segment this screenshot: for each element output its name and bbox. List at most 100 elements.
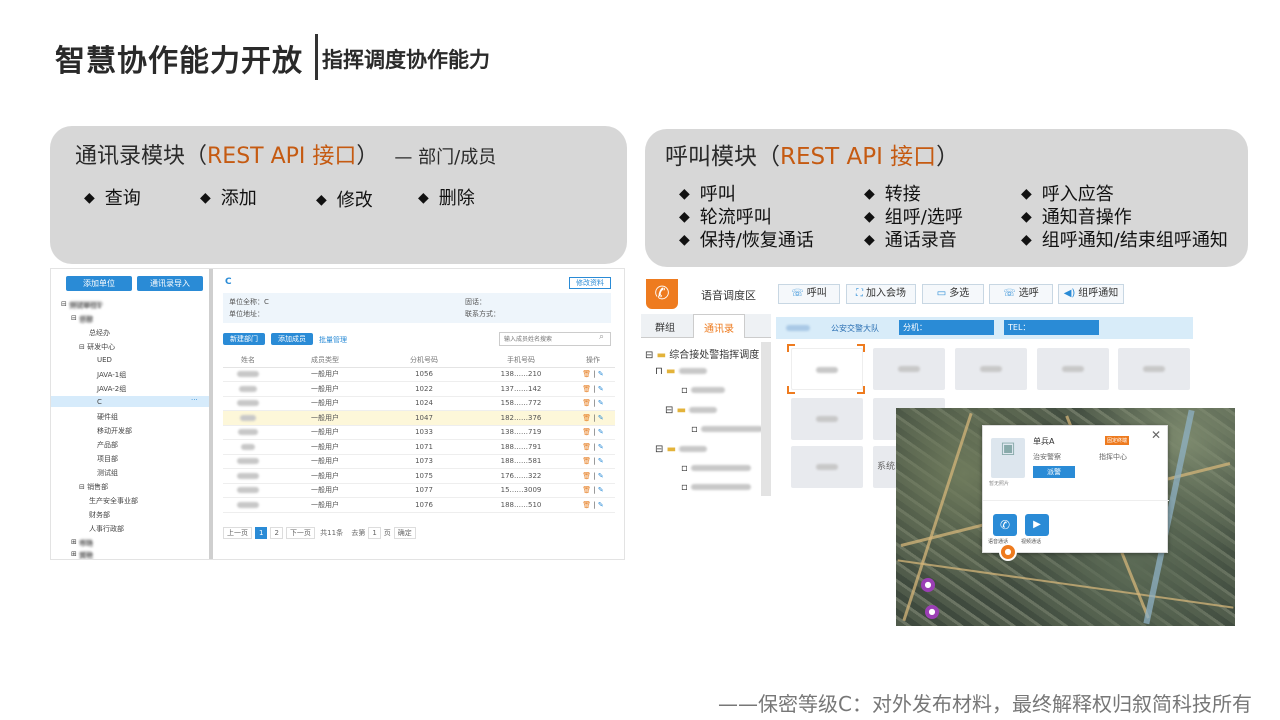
member-tile[interactable]	[873, 348, 945, 390]
tree-item[interactable]: 人事行政部	[89, 524, 124, 534]
edit-icon[interactable]: ✎	[598, 457, 604, 465]
add-unit-button[interactable]: 添加单位	[66, 276, 132, 291]
column-header[interactable]: 手机号码	[471, 353, 571, 368]
tree-item[interactable]: ⊞ 市场	[71, 538, 94, 548]
table-row[interactable]: 一般用户 1024 158……772 🗑 | ✎	[223, 396, 615, 411]
tree-item[interactable]: ⊟ ▬	[655, 444, 708, 455]
edit-icon[interactable]: ✎	[598, 501, 604, 509]
edit-icon[interactable]: ✎	[598, 385, 604, 393]
member-location-pin[interactable]: ●	[925, 605, 939, 619]
batch-manage-link[interactable]: 批量管理	[319, 335, 347, 345]
delete-icon[interactable]: 🗑	[582, 428, 591, 436]
tree-item-selected[interactable]: C	[97, 398, 102, 406]
column-header[interactable]: 成员类型	[273, 353, 377, 368]
edit-icon[interactable]: ✎	[598, 399, 604, 407]
edit-icon[interactable]: ✎	[598, 472, 604, 480]
delete-icon[interactable]: 🗑	[582, 472, 591, 480]
goto-confirm-button[interactable]: 确定	[393, 527, 416, 539]
table-row[interactable]: 一般用户 1076 188……510 🗑 | ✎	[223, 497, 615, 513]
tree-item[interactable]: ⊟ ▬	[665, 405, 718, 416]
page-1-button[interactable]: 1	[255, 527, 268, 539]
edit-info-button[interactable]: 修改资料	[569, 277, 611, 289]
delete-icon[interactable]: 🗑	[582, 414, 591, 422]
tree-item[interactable]: ⊟ 测试单位1	[61, 300, 104, 310]
add-member-button[interactable]: 添加成员	[271, 333, 313, 345]
tree-item[interactable]: ⊟ 总部	[71, 314, 94, 324]
member-tile[interactable]	[955, 348, 1027, 390]
tree-item[interactable]: ⊟ 研发中心	[79, 342, 115, 352]
join-meeting-button[interactable]: ⛶ 加入会场	[846, 284, 916, 304]
delete-icon[interactable]: 🗑	[582, 399, 591, 407]
member-location-pin[interactable]: ●	[921, 578, 935, 592]
tab-contacts[interactable]: 通讯录	[693, 314, 745, 338]
select-call-button[interactable]: ☏ 选呼	[989, 284, 1053, 304]
member-search-input[interactable]	[499, 332, 611, 346]
tree-item[interactable]: JAVA-2组	[97, 384, 126, 394]
edit-icon[interactable]: ✎	[598, 486, 604, 494]
edit-icon[interactable]: ✎	[598, 414, 604, 422]
tree-item[interactable]: ⊓ ▬	[655, 366, 707, 377]
delete-icon[interactable]: 🗑	[582, 501, 591, 509]
table-row-highlighted[interactable]: 一般用户 1047 182……376 🗑 | ✎	[223, 410, 615, 426]
tree-item[interactable]: ▫	[681, 463, 751, 474]
video-call-button[interactable]: ▶	[1025, 514, 1049, 536]
member-tile[interactable]	[1118, 348, 1190, 390]
tree-item[interactable]: 总经办	[89, 328, 110, 338]
table-row[interactable]: 一般用户 1033 138……719 🗑 | ✎	[223, 425, 615, 440]
edit-icon[interactable]: ✎	[598, 370, 604, 378]
import-contacts-button[interactable]: 通讯录导入	[137, 276, 203, 291]
column-header[interactable]: 姓名	[223, 353, 273, 368]
multi-select-button[interactable]: ▭ 多选	[922, 284, 984, 304]
tree-item[interactable]: JAVA-1组	[97, 370, 126, 380]
tree-item[interactable]: 硬件组	[97, 412, 118, 422]
close-icon[interactable]: ✕	[1151, 428, 1161, 442]
tree-item[interactable]: UED	[97, 356, 112, 364]
member-tile-selected[interactable]	[791, 348, 863, 390]
tree-item[interactable]: 产品部	[97, 440, 118, 450]
goto-page-input[interactable]: 1	[368, 527, 381, 539]
table-row[interactable]: 一般用户 1056 138……210 🗑 | ✎	[223, 367, 615, 382]
search-icon[interactable]: ⌕	[599, 332, 604, 342]
prev-page-button[interactable]: 上一页	[223, 527, 252, 539]
tree-item[interactable]: 测试组	[97, 468, 118, 478]
member-tile[interactable]	[791, 398, 863, 440]
table-row[interactable]: 一般用户 1073 188……581 🗑 | ✎	[223, 454, 615, 469]
new-dept-button[interactable]: 新建部门	[223, 333, 265, 345]
member-tile[interactable]	[791, 446, 863, 488]
delete-icon[interactable]: 🗑	[582, 443, 591, 451]
tree-item[interactable]: 财务部	[89, 510, 110, 520]
tree-item[interactable]: 生产安全事业部	[89, 496, 138, 506]
table-row[interactable]: 一般用户 1077 15……3009 🗑 | ✎	[223, 483, 615, 498]
dispatch-police-button[interactable]: 派警	[1033, 466, 1075, 478]
delete-icon[interactable]: 🗑	[582, 486, 591, 494]
table-row[interactable]: 一般用户 1022 137……142 🗑 | ✎	[223, 381, 615, 397]
delete-icon[interactable]: 🗑	[582, 370, 591, 378]
tree-item[interactable]: ⊟ 销售部	[79, 482, 108, 492]
delete-icon[interactable]: 🗑	[582, 457, 591, 465]
tree-scrollbar[interactable]	[761, 342, 771, 496]
next-page-button[interactable]: 下一页	[285, 527, 315, 539]
more-icon[interactable]: ···	[191, 396, 198, 404]
satellite-map[interactable]: ✕ ▣ 暂无照片 单兵A 固定终端 治安警察 指挥中心 派警 ✆ 语音通话 ▶ …	[896, 408, 1235, 626]
dispatch-tree-root[interactable]: ⊟ ▬ 综合接处警指挥调度	[645, 346, 759, 361]
tree-item[interactable]: 项目部	[97, 454, 118, 464]
tree-item[interactable]: ⊞ 其他	[71, 550, 94, 559]
table-row[interactable]: 一般用户 1075 176……322 🗑 | ✎	[223, 468, 615, 484]
tree-item[interactable]: ▫	[681, 482, 751, 493]
column-header[interactable]: 分机号码	[377, 353, 471, 368]
tree-item[interactable]: ▫	[691, 424, 763, 435]
tree-item[interactable]: ▫	[681, 385, 725, 396]
table-row[interactable]: 一般用户 1071 188……791 🗑 | ✎	[223, 439, 615, 455]
edit-icon[interactable]: ✎	[598, 428, 604, 436]
delete-icon[interactable]: 🗑	[582, 385, 591, 393]
diamond-icon: ◆	[864, 209, 875, 225]
call-button[interactable]: ☏ 呼叫	[778, 284, 840, 304]
page-2-button[interactable]: 2	[270, 527, 283, 539]
member-tile[interactable]	[1037, 348, 1109, 390]
edit-icon[interactable]: ✎	[598, 443, 604, 451]
voice-call-button[interactable]: ✆	[993, 514, 1017, 536]
tab-group[interactable]: 群组	[655, 319, 675, 334]
group-notify-button[interactable]: ◀) 组呼通知	[1058, 284, 1124, 304]
tree-item[interactable]: 移动开发部	[97, 426, 132, 436]
member-location-pin[interactable]: ●	[999, 543, 1017, 561]
